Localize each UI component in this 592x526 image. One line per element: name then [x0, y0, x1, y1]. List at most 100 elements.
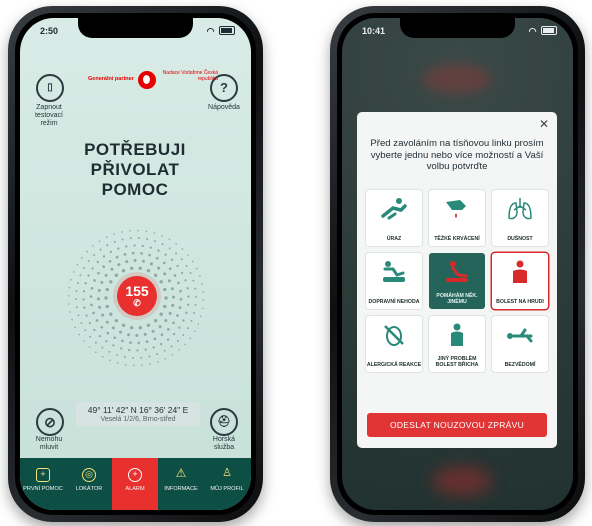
- option-label: ÚRAZ: [386, 236, 402, 242]
- pulse-dot: [83, 306, 86, 309]
- tab-profile[interactable]: ♙ MŮJ PROFIL: [204, 468, 250, 493]
- wifi-icon: ◠: [528, 26, 538, 36]
- option-other-problem[interactable]: JINÝ PROBLÉM BOLEST BŘICHA: [429, 316, 485, 372]
- option-allergic-reaction[interactable]: ALERGICKÁ REAKCE: [366, 316, 422, 372]
- pulse-dot: [164, 296, 168, 300]
- tab-information[interactable]: ⚠ INFORMACE: [158, 467, 204, 492]
- pulse-dot: [187, 254, 189, 256]
- option-label: JINÝ PROBLÉM BOLEST BŘICHA: [435, 356, 479, 368]
- pulse-dot: [163, 304, 167, 309]
- pulse-dot: [166, 338, 170, 341]
- pulse-dot: [184, 279, 187, 282]
- pulse-dot: [145, 230, 148, 233]
- pulse-dot: [190, 319, 193, 322]
- pulse-dot: [200, 315, 202, 318]
- option-unconscious[interactable]: BEZVĚDOMÍ: [492, 316, 548, 372]
- partner-text: Generální partner: [88, 76, 134, 82]
- pulse-dot: [120, 347, 123, 350]
- pulse-dot: [115, 255, 119, 259]
- pulse-dot: [168, 267, 172, 271]
- pulse-dot: [141, 364, 143, 366]
- pulse-dot: [148, 355, 151, 358]
- pulse-dot: [172, 321, 175, 325]
- close-icon[interactable]: ✕: [539, 117, 549, 131]
- emergency-select-screen: 10:41 ◠ ✕ Před zavoláním na tísňovou lin…: [342, 18, 573, 510]
- test-mode-label: Zapnout testovací režim: [34, 104, 63, 127]
- option-label: POMÁHÁM NĚK. JINÉMU: [436, 293, 478, 305]
- pulse-dot: [146, 323, 151, 327]
- option-dyspnea[interactable]: DUŠNOST: [492, 190, 548, 246]
- locator-icon: ◎: [82, 468, 96, 482]
- pulse-dot: [101, 313, 105, 317]
- pulse-dot: [168, 311, 172, 315]
- pulse-dot: [84, 329, 87, 332]
- pulse-dot: [70, 278, 72, 281]
- pulse-dot: [170, 287, 174, 291]
- stomach-pain-icon: [451, 323, 463, 346]
- pulse-dot: [116, 362, 119, 364]
- pulse-dot: [113, 336, 117, 339]
- pulse-dot: [167, 279, 171, 283]
- mountain-service-label: Horská služba: [212, 436, 236, 451]
- pulse-dot: [164, 357, 167, 360]
- pulse-dot: [138, 325, 142, 330]
- pulse-dot: [152, 346, 155, 349]
- help-label: Nápověda: [208, 104, 240, 111]
- pulse-dot: [85, 314, 88, 317]
- pulse-dot: [176, 264, 179, 268]
- tab-locator[interactable]: ◎ LOKÁTOR: [66, 468, 112, 492]
- pulse-dot: [117, 263, 121, 267]
- option-injury[interactable]: ÚRAZ: [366, 190, 422, 246]
- pulse-dot: [195, 267, 198, 270]
- call-155-button[interactable]: 155 ✆: [117, 276, 157, 316]
- pulse-dot: [158, 325, 162, 329]
- pulse-dot: [79, 274, 82, 277]
- pulse-dot: [140, 356, 143, 359]
- traffic-accident-icon: [383, 261, 405, 282]
- option-traffic-accident[interactable]: DOPRAVNÍ NEHODA: [366, 253, 422, 309]
- option-label: TĚŽKÉ KRVÁCENÍ: [434, 236, 480, 242]
- cannot-speak-label: Nemohu mluvit: [35, 436, 63, 451]
- pulse-dot: [176, 340, 179, 343]
- pulse-dot: [170, 345, 173, 348]
- pulse-dot: [157, 249, 160, 252]
- send-emergency-button[interactable]: ODESLAT NOUZOVOU ZPRÁVU: [367, 413, 547, 437]
- phone-test-icon: ▯: [47, 82, 53, 93]
- option-label: DUŠNOST: [507, 236, 533, 242]
- tab-first-aid[interactable]: + PRVNÍ POMOC: [20, 468, 66, 492]
- battery-icon: [541, 26, 557, 35]
- option-helping-others[interactable]: POMÁHÁM NĚK. JINÉMU: [429, 253, 485, 309]
- tab-label: INFORMACE: [164, 486, 198, 492]
- pulse-dot: [171, 303, 175, 307]
- pulse-dot: [72, 271, 75, 273]
- pulse-dot: [176, 314, 179, 317]
- vodafone-logo-icon: [138, 71, 156, 89]
- pulse-dot: [131, 251, 135, 255]
- pulse-dot: [98, 305, 102, 309]
- allergy-icon: [384, 325, 404, 346]
- option-heavy-bleeding[interactable]: TĚŽKÉ KRVÁCENÍ: [429, 190, 485, 246]
- pulse-dot: [105, 287, 109, 292]
- mountain-service-button[interactable]: ⛑: [210, 408, 238, 436]
- pulse-dot: [109, 359, 111, 362]
- test-mode-button[interactable]: ▯: [36, 74, 64, 102]
- pulse-dot: [74, 326, 77, 329]
- pulse-dot: [88, 321, 92, 325]
- pulse-dot: [121, 231, 123, 233]
- pulse-dot: [75, 298, 77, 301]
- pulse-dot: [159, 280, 163, 284]
- tab-alarm[interactable]: + ALARM: [112, 458, 158, 510]
- pulse-dot: [78, 333, 81, 336]
- pulse-dot: [157, 361, 159, 363]
- option-chest-pain[interactable]: BOLEST NA HRUDI: [492, 253, 548, 309]
- pulse-dot: [201, 283, 203, 285]
- pulse-dot: [140, 251, 143, 255]
- pulse-dot: [180, 258, 183, 261]
- pulse-dot: [143, 332, 147, 336]
- pulse-dot: [137, 237, 140, 240]
- pulse-dot: [82, 298, 85, 301]
- pulse-dot: [153, 273, 158, 278]
- pulse-dot: [171, 295, 176, 299]
- pulse-dot: [156, 353, 159, 356]
- cannot-speak-button[interactable]: ⊘: [36, 408, 64, 436]
